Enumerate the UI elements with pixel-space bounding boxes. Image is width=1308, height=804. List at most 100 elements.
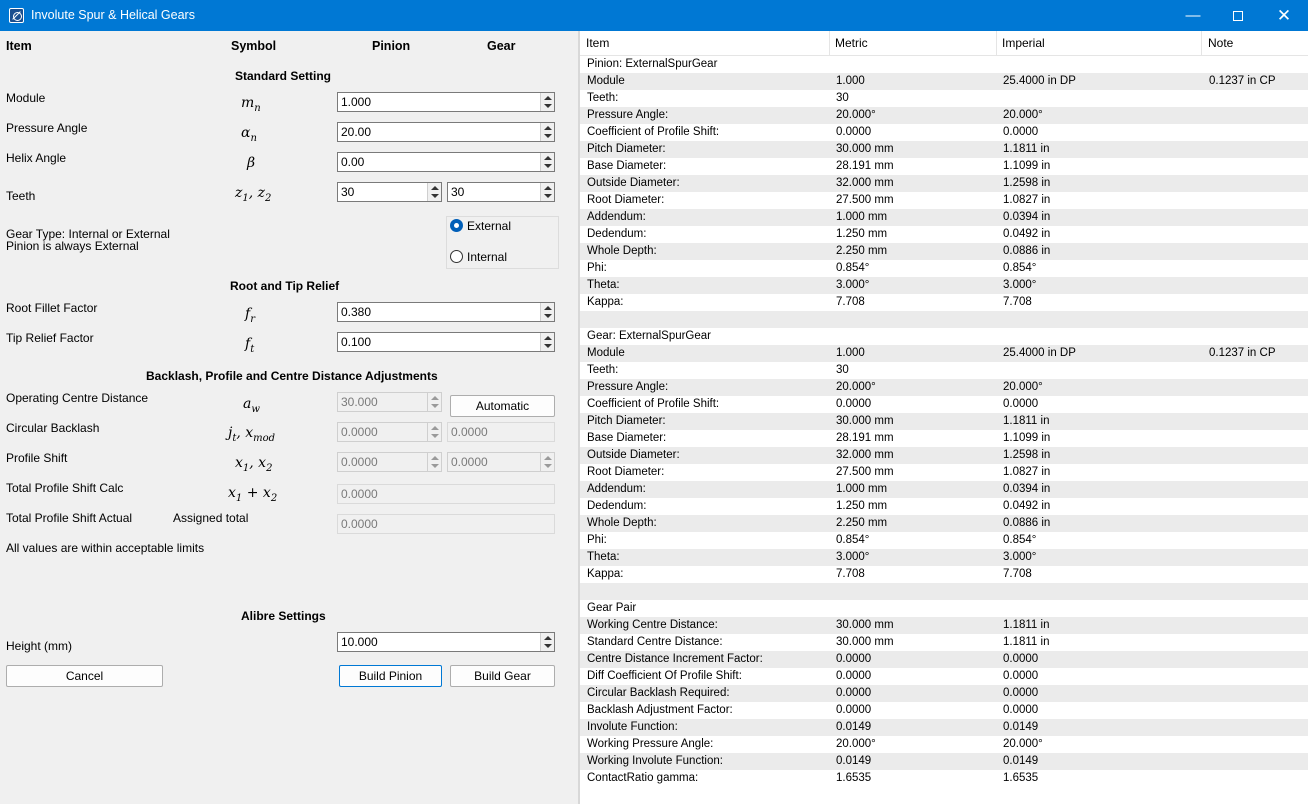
pinion-profile-shift-input[interactable]: 0.0000 bbox=[337, 452, 442, 472]
table-row[interactable]: Theta: 3.000° 3.000° bbox=[580, 549, 1308, 566]
table-row[interactable]: Coefficient of Profile Shift: 0.0000 0.000… bbox=[580, 396, 1308, 413]
root-fillet-spinner[interactable] bbox=[540, 303, 554, 321]
table-row[interactable]: Kappa: 7.708 7.708 bbox=[580, 566, 1308, 583]
minimize-button[interactable]: — bbox=[1170, 0, 1216, 31]
table-row[interactable]: Teeth: 30 bbox=[580, 362, 1308, 379]
table-row[interactable]: Module 1.000 25.4000 in DP 0.1237 in CP bbox=[580, 73, 1308, 90]
automatic-button[interactable]: Automatic bbox=[450, 395, 555, 417]
table-row[interactable]: Whole Depth: 2.250 mm 0.0886 in bbox=[580, 515, 1308, 532]
close-button[interactable]: ✕ bbox=[1261, 0, 1307, 31]
table-cell: Pinion: ExternalSpurGear bbox=[587, 58, 718, 70]
internal-radio[interactable] bbox=[450, 250, 463, 263]
table-row[interactable]: Dedendum: 1.250 mm 0.0492 in bbox=[580, 226, 1308, 243]
table-row[interactable]: Pressure Angle: 20.000° 20.000° bbox=[580, 379, 1308, 396]
column-metric[interactable]: Metric bbox=[829, 31, 997, 56]
gear-teeth-input[interactable]: 30 bbox=[447, 182, 555, 202]
results-rows: Pinion: ExternalSpurGear Module 1.000 25.40… bbox=[580, 56, 1308, 787]
build-gear-button[interactable]: Build Gear bbox=[450, 665, 555, 687]
table-row[interactable]: Backlash Adjustment Factor: 0.0000 0.0000 bbox=[580, 702, 1308, 719]
pinion-teeth-input[interactable]: 30 bbox=[337, 182, 442, 202]
column-imperial[interactable]: Imperial bbox=[996, 31, 1202, 56]
table-row[interactable]: Working Centre Distance: 30.000 mm 1.1811 … bbox=[580, 617, 1308, 634]
table-row[interactable]: Phi: 0.854° 0.854° bbox=[580, 532, 1308, 549]
table-row[interactable]: Module 1.000 25.4000 in DP 0.1237 in CP bbox=[580, 345, 1308, 362]
table-row[interactable]: Working Involute Function: 0.0149 0.0149 bbox=[580, 753, 1308, 770]
table-row[interactable]: Outside Diameter: 32.000 mm 1.2598 in bbox=[580, 447, 1308, 464]
table-row[interactable]: Whole Depth: 2.250 mm 0.0886 in bbox=[580, 243, 1308, 260]
helix-angle-input[interactable]: 0.00 bbox=[337, 152, 555, 172]
table-cell: Teeth: bbox=[587, 92, 619, 104]
height-input[interactable]: 10.000 bbox=[337, 632, 555, 652]
external-radio[interactable] bbox=[450, 219, 463, 232]
table-cell: 1.000 bbox=[836, 75, 865, 87]
circular-backlash-spinner[interactable] bbox=[427, 423, 441, 441]
gear-settings-panel: Item Symbol Pinion Gear Standard Setting… bbox=[0, 31, 578, 804]
cancel-button[interactable]: Cancel bbox=[6, 665, 163, 687]
maximize-button[interactable] bbox=[1215, 0, 1261, 31]
table-row[interactable]: Base Diameter: 28.191 mm 1.1099 in bbox=[580, 158, 1308, 175]
pressure-angle-input[interactable]: 20.00 bbox=[337, 122, 555, 142]
table-row[interactable]: Root Diameter: 27.500 mm 1.0827 in bbox=[580, 192, 1308, 209]
table-row[interactable]: Addendum: 1.000 mm 0.0394 in bbox=[580, 209, 1308, 226]
table-row[interactable]: Diff Coefficient Of Profile Shift: 0.0000… bbox=[580, 668, 1308, 685]
module-spinner[interactable] bbox=[540, 93, 554, 111]
table-row[interactable]: Addendum: 1.000 mm 0.0394 in bbox=[580, 481, 1308, 498]
pinion-profile-shift-spinner[interactable] bbox=[427, 453, 441, 471]
table-cell: Pitch Diameter: bbox=[587, 143, 666, 155]
pressure-angle-spinner[interactable] bbox=[540, 123, 554, 141]
table-row[interactable]: Pitch Diameter: 30.000 mm 1.1811 in bbox=[580, 141, 1308, 158]
module-input[interactable]: 1.000 bbox=[337, 92, 555, 112]
height-spinner[interactable] bbox=[540, 633, 554, 651]
gear-profile-shift-input[interactable]: 0.0000 bbox=[447, 452, 555, 472]
table-row[interactable]: Dedendum: 1.250 mm 0.0492 in bbox=[580, 498, 1308, 515]
table-row[interactable]: Theta: 3.000° 3.000° bbox=[580, 277, 1308, 294]
table-row[interactable]: ContactRatio gamma: 1.6535 1.6535 bbox=[580, 770, 1308, 787]
table-row[interactable]: Pressure Angle: 20.000° 20.000° bbox=[580, 107, 1308, 124]
table-row[interactable]: Gear: ExternalSpurGear bbox=[580, 328, 1308, 345]
centre-distance-input[interactable]: 30.000 bbox=[337, 392, 442, 412]
table-cell: 3.000° bbox=[1003, 279, 1037, 291]
column-note[interactable]: Note bbox=[1202, 31, 1308, 56]
table-row[interactable]: Root Diameter: 27.500 mm 1.0827 in bbox=[580, 464, 1308, 481]
height-label: Height (mm) bbox=[6, 639, 73, 653]
table-row[interactable]: Circular Backlash Required: 0.0000 0.0000 bbox=[580, 685, 1308, 702]
table-row[interactable] bbox=[580, 311, 1308, 328]
table-row[interactable]: Centre Distance Increment Factor: 0.0000 0… bbox=[580, 651, 1308, 668]
table-cell: 0.854° bbox=[1003, 262, 1037, 274]
gear-profile-shift-spinner[interactable] bbox=[540, 453, 554, 471]
table-cell: 0.0886 in bbox=[1003, 517, 1051, 529]
tip-relief-input[interactable]: 0.100 bbox=[337, 332, 555, 352]
root-fillet-input[interactable]: 0.380 bbox=[337, 302, 555, 322]
table-row[interactable]: Kappa: 7.708 7.708 bbox=[580, 294, 1308, 311]
table-cell: 0.1237 in CP bbox=[1209, 347, 1276, 359]
table-cell: 32.000 mm bbox=[836, 177, 894, 189]
table-row[interactable]: Coefficient of Profile Shift: 0.0000 0.000… bbox=[580, 124, 1308, 141]
table-row[interactable]: Base Diameter: 28.191 mm 1.1099 in bbox=[580, 430, 1308, 447]
table-row[interactable]: Working Pressure Angle: 20.000° 20.000° bbox=[580, 736, 1308, 753]
internal-radio-label[interactable]: Internal bbox=[467, 250, 507, 264]
table-row[interactable]: Pinion: ExternalSpurGear bbox=[580, 56, 1308, 73]
external-radio-label[interactable]: External bbox=[467, 219, 511, 233]
table-cell: 20.000° bbox=[1003, 738, 1043, 750]
table-cell: 1.1811 in bbox=[1003, 636, 1050, 648]
table-cell: Module bbox=[587, 347, 625, 359]
table-row[interactable]: Involute Function: 0.0149 0.0149 bbox=[580, 719, 1308, 736]
pinion-teeth-spinner[interactable] bbox=[427, 183, 441, 201]
gear-teeth-spinner[interactable] bbox=[540, 183, 554, 201]
centre-distance-spinner[interactable] bbox=[427, 393, 441, 411]
helix-angle-spinner[interactable] bbox=[540, 153, 554, 171]
tip-relief-spinner[interactable] bbox=[540, 333, 554, 351]
build-pinion-button[interactable]: Build Pinion bbox=[339, 665, 442, 687]
column-item[interactable]: Item bbox=[580, 31, 830, 56]
table-row[interactable]: Gear Pair bbox=[580, 600, 1308, 617]
table-cell: 7.708 bbox=[836, 568, 865, 580]
table-row[interactable]: Outside Diameter: 32.000 mm 1.2598 in bbox=[580, 175, 1308, 192]
table-row[interactable]: Standard Centre Distance: 30.000 mm 1.1811… bbox=[580, 634, 1308, 651]
circular-backlash-input[interactable]: 0.0000 bbox=[337, 422, 442, 442]
table-row[interactable] bbox=[580, 583, 1308, 600]
table-row[interactable]: Teeth: 30 bbox=[580, 90, 1308, 107]
root-fillet-label: Root Fillet Factor bbox=[6, 301, 98, 315]
table-row[interactable]: Phi: 0.854° 0.854° bbox=[580, 260, 1308, 277]
table-row[interactable]: Pitch Diameter: 30.000 mm 1.1811 in bbox=[580, 413, 1308, 430]
table-cell: 0.0000 bbox=[836, 670, 872, 682]
